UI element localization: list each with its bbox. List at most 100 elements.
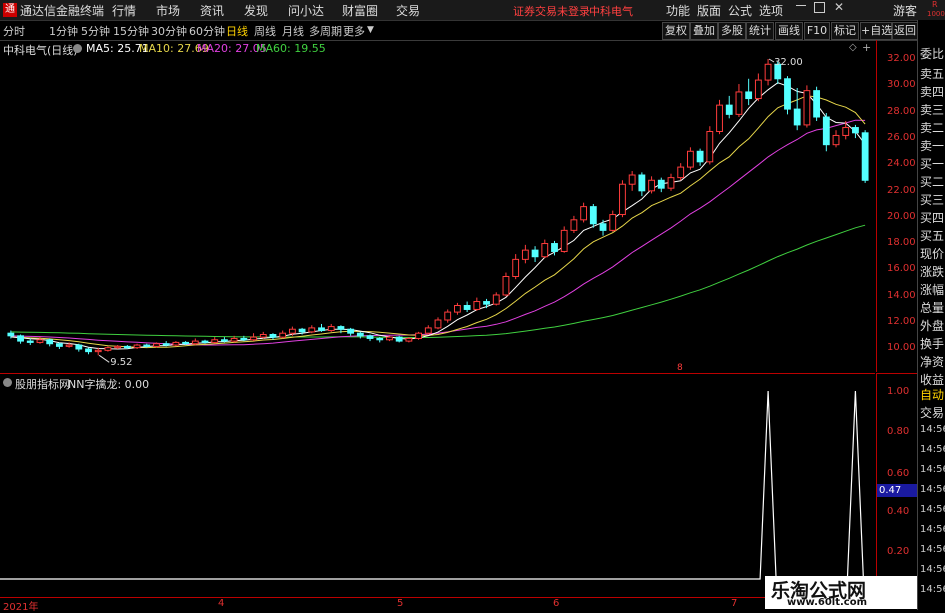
candle[interactable]	[415, 331, 422, 340]
candle[interactable]	[609, 210, 617, 232]
candle[interactable]	[492, 292, 500, 306]
candle[interactable]	[133, 343, 141, 349]
menu-item-formula[interactable]: 公式	[728, 2, 752, 19]
candle[interactable]	[531, 246, 539, 262]
candle[interactable]	[473, 297, 481, 311]
menu-item-trade[interactable]: 交易	[396, 2, 420, 19]
period-daily[interactable]: 日线	[226, 23, 248, 39]
period-15min[interactable]: 15分钟	[113, 23, 149, 39]
candle[interactable]	[502, 272, 510, 297]
candle[interactable]	[754, 73, 762, 102]
menu-item-layout[interactable]: 版面	[697, 2, 721, 19]
add-favorite-button[interactable]: +自选	[860, 22, 892, 40]
menu-item-markets[interactable]: 市场	[156, 2, 180, 19]
candle[interactable]	[318, 323, 325, 332]
candle[interactable]	[813, 86, 821, 121]
menu-item-options[interactable]: 选项	[759, 2, 783, 19]
indicator-panel[interactable]: 股朋指标网 NN字擒龙: 0.00	[0, 373, 875, 598]
candle[interactable]	[26, 338, 34, 346]
multi-stock-button[interactable]: 多股	[718, 22, 746, 40]
auto-trade-label[interactable]: 自动	[920, 386, 944, 403]
minimize-icon[interactable]	[796, 5, 806, 6]
overlay-button[interactable]: 叠加	[690, 22, 718, 40]
more-chevron-down-icon[interactable]: ▼	[367, 25, 374, 35]
maximize-icon[interactable]	[814, 2, 825, 13]
candle[interactable]	[512, 254, 520, 280]
candle[interactable]	[172, 341, 180, 347]
candle[interactable]	[628, 171, 636, 191]
period-5min[interactable]: 5分钟	[81, 23, 110, 39]
candle[interactable]	[327, 323, 335, 332]
candle[interactable]	[696, 148, 704, 166]
candle[interactable]	[677, 163, 685, 181]
candle[interactable]	[541, 239, 549, 259]
f10-button[interactable]: F10	[804, 22, 830, 40]
statistics-button[interactable]: 统计	[746, 22, 774, 40]
candle[interactable]	[619, 180, 626, 218]
candle[interactable]	[46, 338, 54, 347]
candle[interactable]	[745, 78, 753, 106]
candle[interactable]	[822, 113, 830, 152]
candle[interactable]	[852, 124, 859, 139]
adjust-button[interactable]: 复权	[662, 22, 690, 40]
guest-label[interactable]: 游客	[893, 2, 917, 19]
candle[interactable]	[648, 176, 655, 194]
period-multi[interactable]: 多周期	[309, 23, 342, 39]
candle[interactable]	[861, 130, 869, 183]
menu-item-news[interactable]: 资讯	[200, 2, 224, 19]
menu-item-market[interactable]: 行情	[112, 2, 136, 19]
candle[interactable]	[376, 337, 384, 343]
candle[interactable]	[259, 331, 267, 339]
back-button[interactable]: 返回	[892, 22, 918, 40]
candle[interactable]	[250, 333, 257, 342]
candle[interactable]	[279, 330, 287, 339]
login-warning[interactable]: 证券交易未登录	[513, 3, 590, 19]
candle[interactable]	[667, 173, 675, 191]
period-1min[interactable]: 1分钟	[49, 23, 78, 39]
candle[interactable]	[444, 309, 452, 323]
candle[interactable]	[347, 327, 355, 336]
candle[interactable]	[17, 334, 24, 344]
trade-label[interactable]: 交易	[920, 404, 944, 421]
candle[interactable]	[308, 325, 316, 334]
candle[interactable]	[424, 325, 432, 335]
candle[interactable]	[706, 126, 714, 165]
candle[interactable]	[560, 226, 568, 253]
candle[interactable]	[356, 331, 364, 339]
candle[interactable]	[366, 334, 374, 342]
period-30min[interactable]: 30分钟	[151, 23, 187, 39]
candle[interactable]	[803, 85, 811, 128]
menu-item-function[interactable]: 功能	[666, 2, 690, 19]
menu-item-ask[interactable]: 问小达	[288, 2, 324, 19]
candle[interactable]	[454, 302, 461, 315]
candle[interactable]	[725, 95, 733, 119]
candle[interactable]	[55, 342, 63, 349]
menu-item-wealth[interactable]: 财富圈	[342, 2, 378, 19]
candlestick-chart[interactable]: 中科电气(日线) MA5: 25.71 MA10: 27.69 MA20: 27…	[0, 40, 875, 372]
candle[interactable]	[580, 202, 588, 223]
close-icon[interactable]: ✕	[834, 0, 844, 14]
period-60min[interactable]: 60分钟	[189, 23, 225, 39]
period-monthly[interactable]: 月线	[282, 23, 304, 39]
candle[interactable]	[85, 347, 92, 355]
candle[interactable]	[269, 333, 277, 340]
candle[interactable]	[75, 343, 83, 352]
candle[interactable]	[657, 177, 665, 193]
candle[interactable]	[793, 88, 801, 131]
candle[interactable]	[716, 99, 723, 135]
candle[interactable]	[104, 346, 112, 352]
mark-button[interactable]: 标记	[831, 22, 859, 40]
candle[interactable]	[686, 147, 694, 170]
candle[interactable]	[784, 76, 791, 115]
candle[interactable]	[735, 84, 743, 117]
candle[interactable]	[434, 317, 442, 330]
candle[interactable]	[589, 204, 597, 228]
candle[interactable]	[395, 335, 403, 343]
candle[interactable]	[832, 130, 840, 148]
candle[interactable]	[764, 59, 772, 86]
draw-line-button[interactable]: 画线	[775, 22, 803, 40]
menu-item-discover[interactable]: 发现	[244, 2, 268, 19]
candle[interactable]	[638, 172, 646, 197]
candle[interactable]	[463, 301, 471, 313]
period-more[interactable]: 更多	[343, 23, 365, 39]
